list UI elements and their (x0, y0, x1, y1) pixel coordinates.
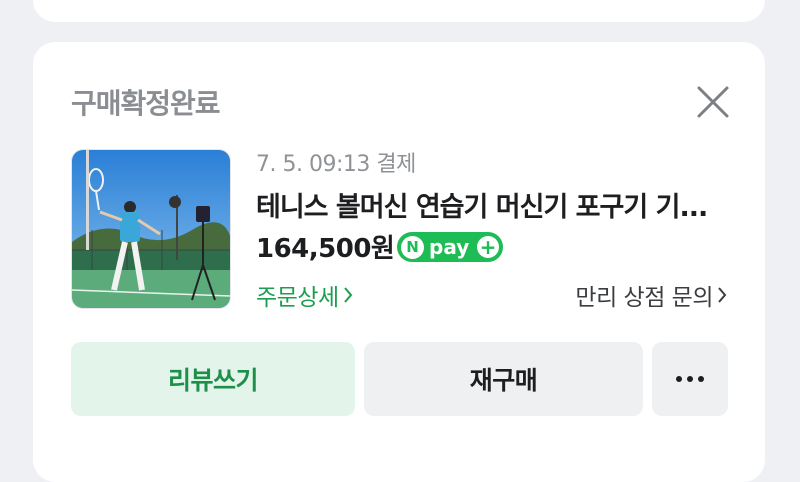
write-review-button[interactable]: 리뷰쓰기 (71, 342, 355, 416)
product-thumbnail[interactable] (71, 149, 231, 309)
product-title[interactable]: 테니스 볼머신 연습기 머신기 포구기 기... (256, 185, 726, 224)
more-options-button[interactable] (652, 342, 728, 416)
product-price: 164,500원 (256, 234, 395, 264)
close-icon[interactable] (695, 84, 731, 120)
store-inquiry-link[interactable]: 만리 상점 문의 (575, 278, 727, 312)
rebuy-label: 재구매 (469, 366, 538, 395)
order-detail-label: 주문상세 (256, 285, 339, 311)
order-card: 구매확정완료 7. 5. 09:13 결제 테니스 볼머신 연습기 머신기 포구… (33, 42, 765, 482)
order-status: 구매확정완료 (71, 87, 221, 120)
rebuy-button[interactable]: 재구매 (364, 342, 643, 416)
chevron-right-icon (343, 287, 352, 303)
order-detail-link[interactable]: 주문상세 (256, 278, 353, 312)
chevron-right-icon (718, 287, 727, 303)
store-inquiry-label: 만리 상점 문의 (575, 285, 713, 311)
npay-word: pay (429, 235, 470, 259)
npay-badge: N pay + (397, 232, 503, 262)
previous-order-card (33, 0, 765, 22)
more-dots-icon (676, 376, 704, 382)
npay-plus-icon: + (477, 236, 499, 258)
npay-n-mark: N (401, 235, 424, 259)
order-date: 7. 5. 09:13 결제 (256, 152, 416, 177)
write-review-label: 리뷰쓰기 (167, 366, 259, 395)
